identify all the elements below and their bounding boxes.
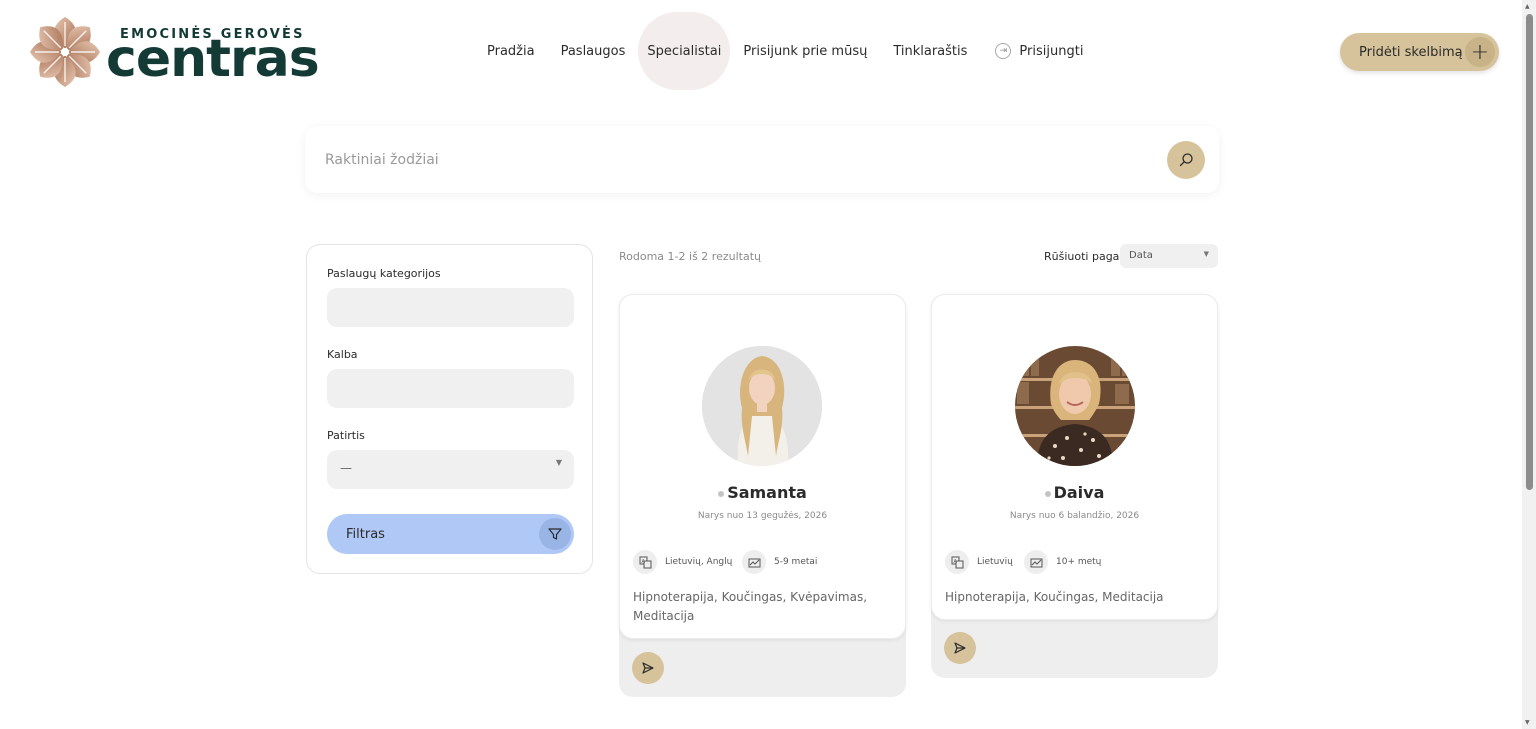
scrollbar-thumb[interactable] — [1526, 14, 1533, 490]
experience-meta: 5-9 metai — [742, 550, 817, 574]
avatar — [1015, 346, 1135, 466]
chevron-down-icon: ▼ — [555, 458, 562, 467]
scroll-up-icon[interactable]: ▲ — [1525, 3, 1530, 10]
scroll-down-icon[interactable]: ▼ — [1525, 719, 1530, 726]
member-since: Narys nuo 13 gegužės, 2026 — [697, 511, 828, 521]
member-since: Narys nuo 6 balandžio, 2026 — [1009, 511, 1140, 521]
search-icon — [1179, 153, 1193, 167]
nav-item-prisijunk[interactable]: Prisijunk prie mūsų — [730, 12, 880, 90]
sort-select[interactable]: Data ▼ — [1120, 244, 1218, 268]
specialist-card[interactable]: Daiva Narys nuo 6 balandžio, 2026 A Liet… — [931, 294, 1218, 678]
avatar-photo — [702, 346, 822, 466]
add-listing-button[interactable]: Pridėti skelbimą + — [1340, 33, 1499, 71]
search-input[interactable] — [325, 146, 1145, 174]
specialist-card[interactable]: Samanta Narys nuo 13 gegužės, 2026 A Lie… — [619, 294, 906, 697]
avatar — [702, 346, 822, 466]
search-button[interactable] — [1167, 141, 1205, 179]
experience-value: — — [340, 461, 352, 475]
status-dot — [718, 490, 725, 497]
languages-text: Lietuvių — [977, 557, 1013, 567]
services-list: Hipnoterapija, Koučingas, Meditacija — [945, 590, 1164, 604]
experience-text: 5-9 metai — [774, 557, 818, 567]
experience-select[interactable]: — ▼ — [327, 450, 574, 489]
avatar-photo — [1015, 346, 1135, 466]
specialist-name-text: Samanta — [727, 483, 807, 502]
page-scrollbar[interactable]: ▲ ▼ — [1522, 0, 1536, 729]
experience-chart-icon — [742, 550, 766, 574]
filter-button[interactable]: Filtras — [327, 514, 574, 554]
page: EMOCINĖS GEROVĖS centras Pradžia Paslaug… — [0, 0, 1536, 729]
experience-chart-icon — [1024, 550, 1048, 574]
languages-meta: A Lietuvių — [945, 550, 1013, 574]
specialist-card-body: Samanta Narys nuo 13 gegužės, 2026 A Lie… — [619, 294, 906, 639]
login-arrow-icon: ⇥ — [995, 43, 1012, 59]
svg-text:A: A — [953, 559, 957, 565]
specialist-name[interactable]: Samanta — [620, 483, 905, 502]
services-list: Hipnoterapija, Koučingas, Kvėpavimas, Me… — [633, 590, 868, 623]
search-bar — [305, 126, 1219, 193]
specialist-card-body: Daiva Narys nuo 6 balandžio, 2026 A Liet… — [931, 294, 1218, 620]
category-label: Paslaugų kategorijos — [327, 267, 441, 280]
status-dot — [1044, 490, 1051, 497]
send-icon — [642, 662, 654, 674]
specialist-name-text: Daiva — [1053, 483, 1105, 502]
nav-login-link[interactable]: ⇥ Prisijungti — [982, 12, 1096, 90]
nav-item-tinklarastis[interactable]: Tinklaraštis — [880, 12, 980, 90]
experience-meta: 10+ metų — [1024, 550, 1101, 574]
send-icon — [954, 642, 966, 654]
experience-label: Patirtis — [327, 429, 365, 442]
nav-item-specialistai[interactable]: Specialistai — [638, 12, 731, 90]
language-select[interactable] — [327, 369, 574, 408]
filter-panel: Paslaugų kategorijos Kalba Patirtis — ▼ … — [306, 244, 593, 574]
translate-icon: A — [633, 550, 657, 574]
experience-text: 10+ metų — [1056, 557, 1102, 567]
send-message-button[interactable] — [632, 652, 664, 684]
category-select[interactable] — [327, 288, 574, 327]
specialist-name[interactable]: Daiva — [932, 483, 1217, 502]
chevron-down-icon: ▼ — [1203, 250, 1209, 258]
send-message-button[interactable] — [944, 632, 976, 664]
svg-text:A: A — [641, 559, 645, 565]
funnel-icon — [539, 518, 571, 550]
plus-icon: + — [1465, 37, 1495, 67]
logo-flower-icon — [30, 17, 100, 87]
nav-item-paslaugos[interactable]: Paslaugos — [548, 12, 639, 90]
results-count: Rodoma 1-2 iš 2 rezultatų — [619, 250, 761, 263]
translate-icon: A — [945, 550, 969, 574]
add-listing-label: Pridėti skelbimą — [1359, 44, 1463, 60]
main-nav: Pradžia Paslaugos Specialistai Prisijunk… — [474, 12, 1096, 90]
logo-wordmark: EMOCINĖS GEROVĖS centras — [106, 15, 320, 89]
language-label: Kalba — [327, 348, 358, 361]
filter-button-label: Filtras — [346, 526, 385, 542]
site-logo[interactable]: EMOCINĖS GEROVĖS centras — [28, 14, 320, 90]
sort-value: Data — [1129, 250, 1153, 261]
languages-text: Lietuvių, Anglų — [665, 557, 733, 567]
nav-login-label: Prisijungti — [1019, 43, 1084, 59]
nav-item-pradzia[interactable]: Pradžia — [474, 12, 548, 90]
languages-meta: A Lietuvių, Anglų — [633, 550, 732, 574]
sort-label: Rūšiuoti pagal — [1044, 250, 1123, 263]
logo-title: centras — [106, 29, 320, 89]
